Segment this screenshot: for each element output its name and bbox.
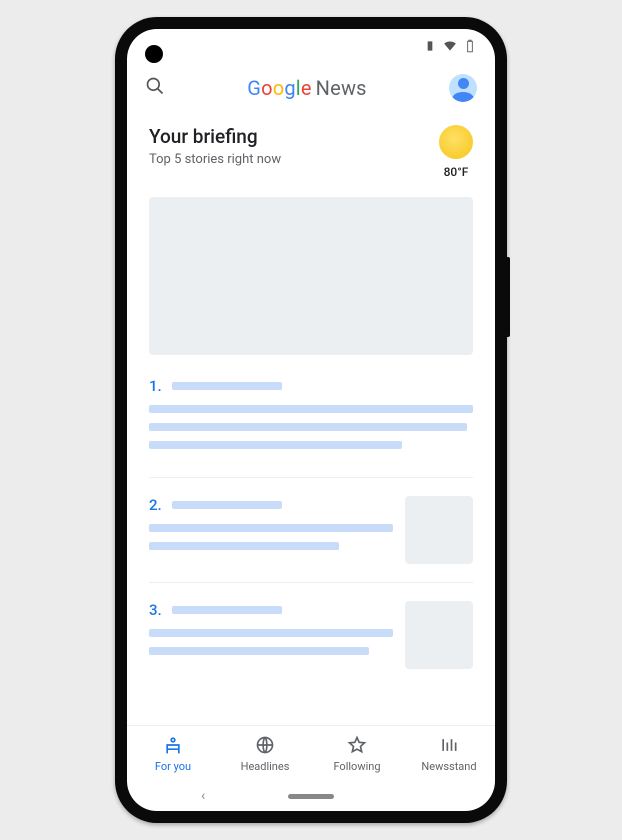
story-headline-placeholder (149, 423, 467, 431)
account-avatar[interactable] (449, 74, 477, 102)
back-icon[interactable]: ‹ (201, 788, 205, 804)
app-title: GoogleNews (247, 76, 366, 100)
story-item[interactable]: 3. (149, 582, 473, 669)
story-headline-placeholder (149, 405, 473, 413)
story-item[interactable]: 1. (149, 359, 473, 459)
briefing-title: Your briefing (149, 125, 281, 148)
bottom-navigation: For you Headlines Following Newsstand (127, 725, 495, 781)
nav-item-label: For you (155, 760, 191, 773)
search-button[interactable] (145, 76, 165, 100)
briefing-header: Your briefing Top 5 stories right now 80… (149, 125, 473, 179)
camera-cutout (145, 45, 163, 63)
story-source-placeholder (172, 382, 282, 390)
battery-icon (463, 38, 477, 57)
weather-widget[interactable]: 80°F (439, 125, 473, 179)
story-thumbnail-placeholder (405, 601, 473, 669)
nav-item-newsstand[interactable]: Newsstand (403, 726, 495, 781)
story-headline-placeholder (149, 542, 339, 550)
story-list: 1. 2. 3. (149, 359, 473, 669)
story-headline-placeholder (149, 629, 393, 637)
phone-frame: GoogleNews Your briefing Top 5 stories r… (115, 17, 507, 823)
story-body: 1. (149, 377, 473, 459)
story-source-placeholder (172, 501, 282, 509)
nav-item-globe[interactable]: Headlines (219, 726, 311, 781)
story-rank: 3. (149, 601, 162, 619)
home-pill[interactable] (288, 794, 334, 799)
nav-item-label: Headlines (241, 760, 290, 773)
foryou-icon (163, 735, 183, 758)
nav-item-label: Newsstand (421, 760, 476, 773)
story-headline-placeholder (149, 441, 402, 449)
newsstand-icon (439, 735, 459, 758)
globe-icon (255, 735, 275, 758)
status-bar (127, 29, 495, 65)
nav-item-foryou[interactable]: For you (127, 726, 219, 781)
app-bar: GoogleNews (127, 65, 495, 111)
hero-story-placeholder[interactable] (149, 197, 473, 355)
story-headline-placeholder (149, 524, 393, 532)
story-item[interactable]: 2. (149, 477, 473, 564)
phone-screen: GoogleNews Your briefing Top 5 stories r… (127, 29, 495, 811)
temperature-label: 80°F (439, 165, 473, 179)
sun-icon (439, 125, 473, 159)
wifi-icon (443, 38, 457, 57)
story-rank: 1. (149, 377, 162, 395)
story-body: 2. (149, 496, 393, 564)
vibrate-icon (423, 38, 437, 57)
system-nav-bar: ‹ (127, 781, 495, 811)
nav-item-star[interactable]: Following (311, 726, 403, 781)
star-icon (347, 735, 367, 758)
story-thumbnail-placeholder (405, 496, 473, 564)
search-icon (145, 81, 165, 100)
main-content: Your briefing Top 5 stories right now 80… (127, 111, 495, 725)
story-rank: 2. (149, 496, 162, 514)
briefing-subtitle: Top 5 stories right now (149, 152, 281, 167)
story-headline-placeholder (149, 647, 369, 655)
story-source-placeholder (172, 606, 282, 614)
story-body: 3. (149, 601, 393, 669)
nav-item-label: Following (333, 760, 380, 773)
